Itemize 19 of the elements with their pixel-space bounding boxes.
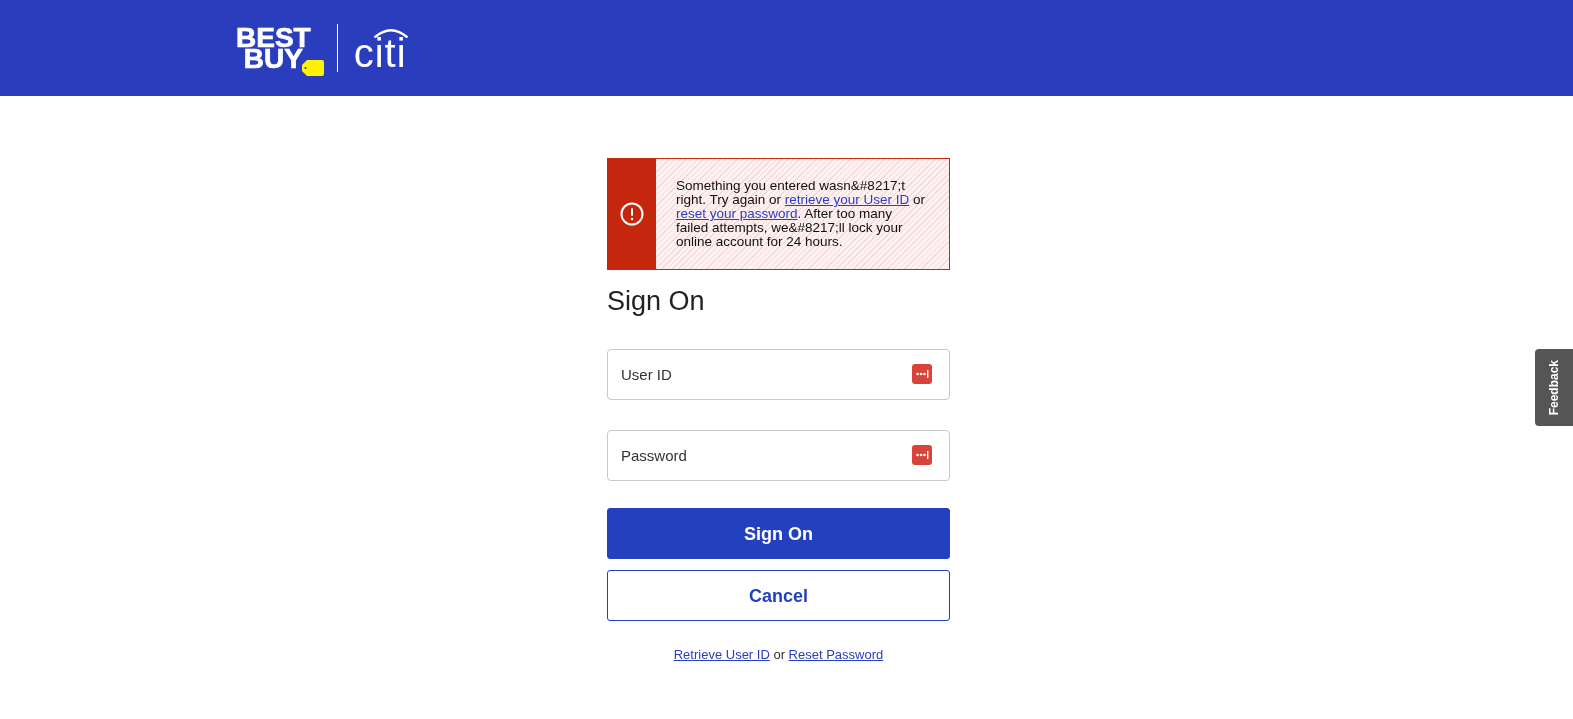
help-links-text: Retrieve User ID or Reset Password xyxy=(672,647,885,662)
price-tag-icon xyxy=(301,60,324,76)
feedback-tab[interactable]: Feedback xyxy=(1535,349,1573,426)
cancel-button[interactable]: Cancel xyxy=(607,570,950,621)
error-icon xyxy=(620,202,644,226)
input-field[interactable]: User ID xyxy=(607,349,950,400)
text-link[interactable]: Reset Password xyxy=(788,647,884,662)
text-link[interactable]: Retrieve User ID xyxy=(673,647,770,662)
input-field[interactable]: Password xyxy=(607,430,950,481)
partner-logo-text: citi xyxy=(353,38,407,68)
password-dots-icon[interactable] xyxy=(912,364,932,384)
sign-on-heading: Sign On xyxy=(607,286,706,316)
sign-on-button[interactable]: Sign On xyxy=(607,508,950,559)
password-dots-icon[interactable] xyxy=(912,445,932,465)
text-link[interactable]: reset your password xyxy=(676,206,798,221)
logo-wordmark: BEST BUY xyxy=(236,27,311,69)
text-link[interactable]: retrieve your User ID xyxy=(784,192,910,207)
error-message: Something you entered wasn&#8217;t right. Try again or retrieve your User ID or reset your password. After too many failed attempts, we&#8217;ll lock your online account for 24 hours. xyxy=(676,179,926,249)
arc-icon xyxy=(372,28,409,38)
